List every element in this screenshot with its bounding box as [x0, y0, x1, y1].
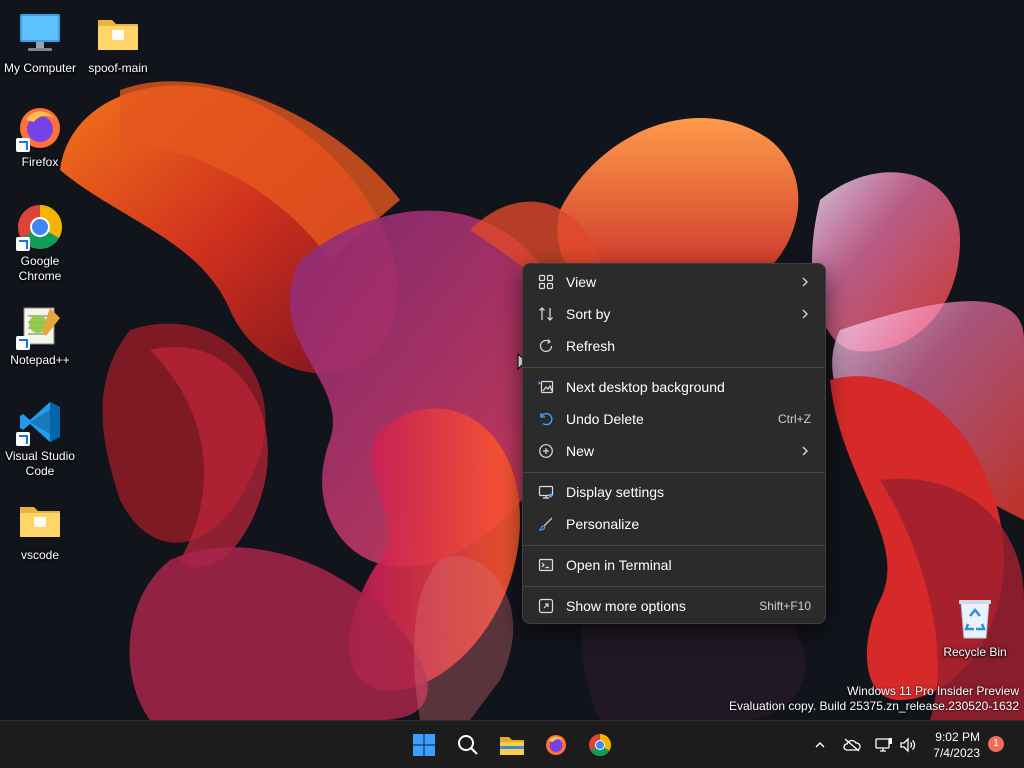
chevron-up-icon	[815, 742, 825, 748]
menu-item-label: Open in Terminal	[566, 557, 672, 573]
folder-icon	[16, 497, 64, 545]
shortcut-label: Ctrl+Z	[778, 412, 811, 426]
desktop-icon-firefox[interactable]: Firefox	[0, 104, 80, 170]
desktop-icon-spoof-main[interactable]: spoof-main	[78, 10, 158, 76]
menu-item-label: Display settings	[566, 484, 665, 500]
desktop-icon-label: Recycle Bin	[943, 645, 1007, 659]
desktop-icon-label: spoof-main	[88, 61, 148, 75]
more-options-icon	[536, 596, 556, 616]
menu-separator	[523, 472, 825, 473]
menu-item-label: Show more options	[566, 598, 686, 614]
menu-item-view[interactable]: View	[527, 267, 821, 297]
shortcut-arrow-icon	[16, 336, 30, 350]
desktop-icon-vscode-folder[interactable]: vscode	[0, 497, 80, 563]
desktop-context-menu: View Sort by Refresh Next desktop backgr…	[522, 263, 826, 624]
desktop-wallpaper	[0, 0, 1024, 720]
windows-evaluation-watermark: Windows 11 Pro Insider Preview Evaluatio…	[729, 684, 1019, 714]
brush-icon	[536, 514, 556, 534]
shortcut-arrow-icon	[16, 237, 30, 251]
taskbar-firefox-button[interactable]	[540, 729, 572, 761]
menu-item-next-desktop-background[interactable]: Next desktop background	[527, 372, 821, 402]
notepad-plus-plus-icon	[16, 302, 64, 350]
taskbar: 9:02 PM 7/4/2023	[0, 720, 1024, 768]
menu-item-label: Next desktop background	[566, 379, 725, 395]
menu-item-show-more-options[interactable]: Show more options Shift+F10	[527, 591, 821, 621]
speaker-icon	[900, 737, 916, 753]
firefox-icon	[16, 104, 64, 152]
start-icon	[413, 734, 435, 756]
show-hidden-icons-button[interactable]	[810, 735, 830, 755]
monitor-icon	[16, 10, 64, 58]
chevron-right-icon	[802, 277, 808, 287]
terminal-icon	[536, 555, 556, 575]
desktop-icon-recycle-bin[interactable]: Recycle Bin	[935, 594, 1015, 660]
notification-badge[interactable]: 1	[988, 736, 1004, 752]
menu-item-personalize[interactable]: Personalize	[527, 509, 821, 539]
desktop-icon-my-computer[interactable]: My Computer	[0, 10, 80, 76]
menu-item-undo-delete[interactable]: Undo Delete Ctrl+Z	[527, 404, 821, 434]
menu-item-open-in-terminal[interactable]: Open in Terminal	[527, 550, 821, 580]
menu-item-label: New	[566, 443, 595, 459]
desktop-icon-notepad-plus-plus[interactable]: Notepad++	[0, 302, 80, 368]
desktop-icon-label: Google Chrome	[18, 254, 62, 283]
start-button[interactable]	[408, 729, 440, 761]
search-icon	[458, 735, 478, 755]
shortcut-label: Shift+F10	[759, 599, 811, 613]
undo-icon	[536, 409, 556, 429]
desktop-icon-label: Firefox	[21, 155, 59, 169]
folder-icon	[94, 10, 142, 58]
chevron-right-icon	[802, 309, 808, 319]
file-explorer-icon	[500, 737, 524, 755]
refresh-icon	[536, 336, 556, 356]
menu-item-sort-by[interactable]: Sort by	[527, 299, 821, 329]
menu-item-label: Undo Delete	[566, 411, 644, 427]
next-background-icon	[536, 377, 556, 397]
menu-item-new[interactable]: New	[527, 436, 821, 466]
desktop-icon-label: My Computer	[3, 61, 77, 75]
desktop-icon-label: Visual Studio Code	[5, 449, 75, 478]
shortcut-arrow-icon	[16, 138, 30, 152]
recycle-bin-icon	[951, 594, 999, 642]
taskbar-clock[interactable]: 9:02 PM 7/4/2023	[933, 729, 980, 761]
clock-date: 7/4/2023	[933, 746, 980, 760]
taskbar-search-button[interactable]	[452, 729, 484, 761]
menu-separator	[523, 545, 825, 546]
menu-item-label: View	[566, 274, 597, 290]
desktop-icon-visual-studio-code[interactable]: Visual Studio Code	[0, 398, 80, 479]
watermark-build: Evaluation copy. Build 25375.zn_release.…	[729, 699, 1019, 713]
network-status-button[interactable]	[874, 735, 894, 755]
sort-arrows-icon	[536, 304, 556, 324]
menu-separator	[523, 367, 825, 368]
desktop-icon-label: vscode	[20, 548, 60, 562]
firefox-icon	[546, 735, 566, 755]
cloud-offline-icon	[843, 738, 861, 752]
menu-item-label: Refresh	[566, 338, 616, 354]
chevron-right-icon	[802, 446, 808, 456]
menu-item-label: Sort by	[566, 306, 611, 322]
display-icon	[536, 482, 556, 502]
menu-item-label: Personalize	[566, 516, 640, 532]
chrome-icon	[589, 734, 611, 756]
desktop-icon-label: Notepad++	[10, 353, 70, 367]
menu-separator	[523, 586, 825, 587]
chrome-icon	[16, 203, 64, 251]
grid-view-icon	[536, 272, 556, 292]
clock-time: 9:02 PM	[935, 730, 980, 744]
watermark-edition: Windows 11 Pro Insider Preview	[847, 684, 1019, 698]
volume-button[interactable]	[898, 735, 918, 755]
desktop-icon-google-chrome[interactable]: Google Chrome	[0, 203, 80, 284]
menu-item-display-settings[interactable]: Display settings	[527, 477, 821, 507]
plus-circle-icon	[536, 441, 556, 461]
taskbar-file-explorer-button[interactable]	[496, 729, 528, 761]
shortcut-arrow-icon	[16, 432, 30, 446]
vscode-icon	[16, 398, 64, 446]
network-display-icon	[875, 738, 892, 752]
menu-item-refresh[interactable]: Refresh	[527, 331, 821, 361]
onedrive-status-button[interactable]	[842, 735, 862, 755]
taskbar-chrome-button[interactable]	[584, 729, 616, 761]
